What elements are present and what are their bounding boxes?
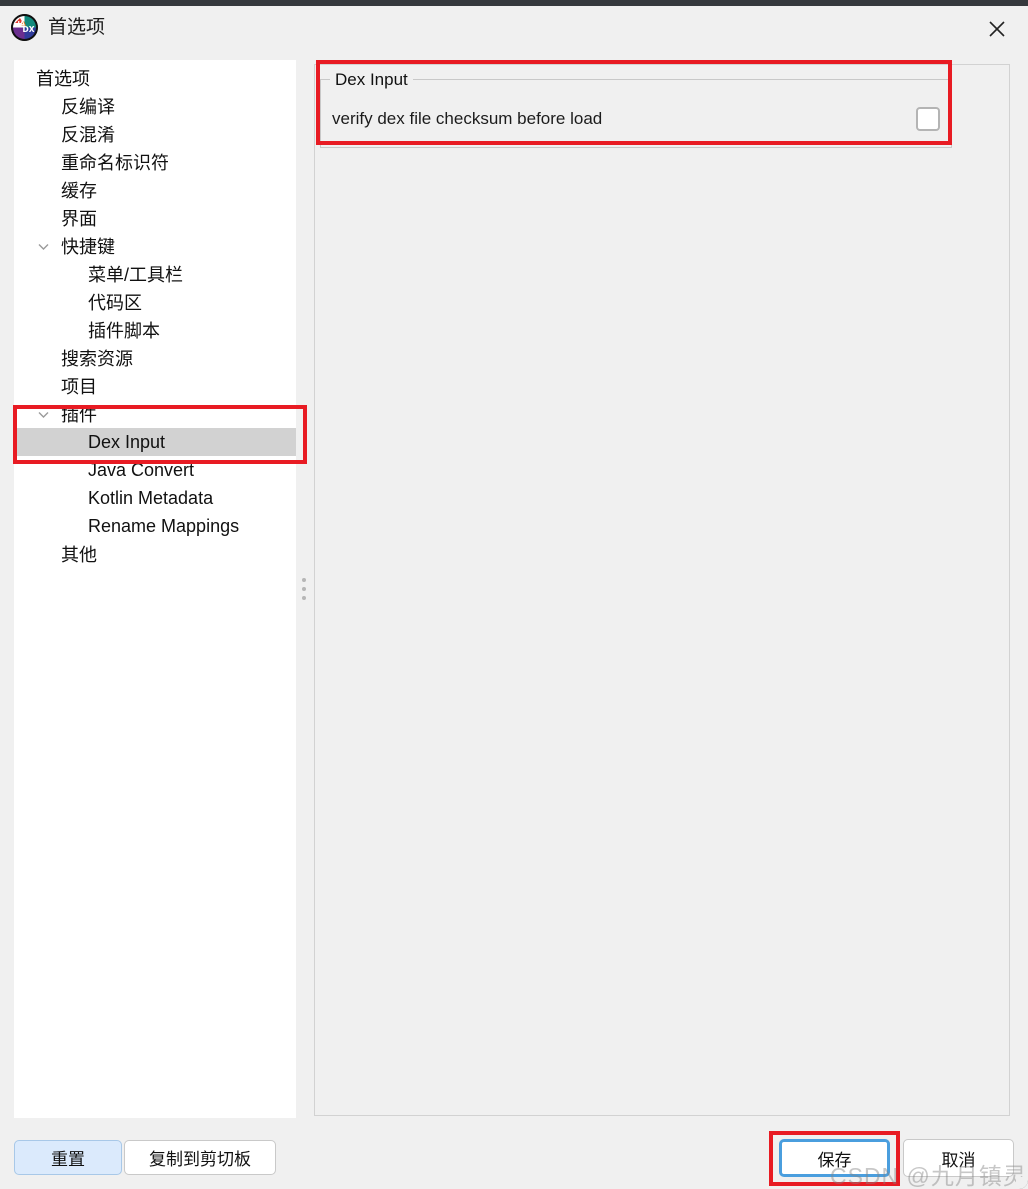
sidebar-item-label: 其他: [61, 545, 97, 565]
sidebar-item-[interactable]: 插件脚本: [14, 316, 296, 344]
sidebar-item-label: 插件: [61, 405, 97, 425]
sidebar-item-label: Kotlin Metadata: [88, 487, 214, 508]
sidebar-item-[interactable]: 反混淆: [14, 120, 296, 148]
sidebar-item-[interactable]: 代码区: [14, 288, 296, 316]
sidebar-item-label: 快捷键: [61, 237, 115, 257]
jadx-logo-icon: JA DX: [11, 14, 38, 41]
sidebar-item-[interactable]: 快捷键: [14, 232, 296, 260]
sidebar-item-[interactable]: 菜单/工具栏: [14, 260, 296, 288]
copy-to-clipboard-button[interactable]: 复制到剪切板: [124, 1140, 276, 1175]
title-bar: JA DX 首选项: [0, 6, 1028, 52]
verify-checksum-checkbox[interactable]: [916, 107, 940, 131]
splitter-grip-icon[interactable]: [302, 578, 306, 600]
dex-input-groupbox: Dex Input verify dex file checksum befor…: [320, 70, 952, 148]
sidebar-item-[interactable]: 其他: [14, 540, 296, 568]
sidebar-item-[interactable]: 缓存: [14, 176, 296, 204]
close-icon[interactable]: [974, 10, 1020, 48]
cancel-button[interactable]: 取消: [903, 1139, 1014, 1177]
sidebar-item-[interactable]: 重命名标识符: [14, 148, 296, 176]
preferences-tree[interactable]: 首选项反编译反混淆重命名标识符 缓存界面快捷键菜单/工具栏 代码区插件脚本搜索资源项…: [14, 60, 296, 568]
sidebar-item-label: 缓存: [61, 181, 97, 201]
settings-content-panel: Dex Input verify dex file checksum befor…: [314, 64, 1010, 1116]
preferences-tree-panel: 首选项反编译反混淆重命名标识符 缓存界面快捷键菜单/工具栏 代码区插件脚本搜索资源项…: [14, 60, 296, 1118]
sidebar-item-[interactable]: 项目: [14, 372, 296, 400]
sidebar-item-[interactable]: 搜索资源: [14, 344, 296, 372]
sidebar-item-label: Rename Mappings: [88, 515, 240, 536]
save-button[interactable]: 保存: [779, 1139, 890, 1177]
sidebar-item-java-convert[interactable]: Java Convert: [14, 456, 296, 484]
sidebar-item-label: Java Convert: [88, 459, 195, 480]
sidebar-item-label: 重命名标识符: [61, 153, 169, 173]
sidebar-item-rename-mappings[interactable]: Rename Mappings: [14, 512, 296, 540]
window-corner-bottom-right: [1016, 1177, 1028, 1189]
panel-splitter[interactable]: [296, 60, 312, 1118]
sidebar-item-label: 搜索资源: [61, 349, 133, 369]
svg-text:DX: DX: [23, 25, 35, 34]
sidebar-item-label: 项目: [61, 377, 97, 397]
groupbox-title: Dex Input: [330, 70, 413, 89]
sidebar-item-label: Dex Input: [88, 431, 166, 452]
sidebar-item-[interactable]: 首选项: [14, 64, 296, 92]
sidebar-item-kotlin-metadata[interactable]: Kotlin Metadata: [14, 484, 296, 512]
chevron-down-icon[interactable]: [34, 400, 52, 428]
verify-checksum-row: verify dex file checksum before load: [332, 102, 940, 136]
reset-button[interactable]: 重置: [14, 1140, 122, 1175]
sidebar-item-label: 反编译: [61, 97, 115, 117]
sidebar-item-label: 代码区: [88, 293, 142, 313]
sidebar-item-label: 菜单/工具栏: [88, 265, 184, 285]
sidebar-item-[interactable]: 反编译: [14, 92, 296, 120]
verify-checksum-label: verify dex file checksum before load: [332, 109, 603, 128]
sidebar-item-label: 插件脚本: [88, 321, 160, 341]
sidebar-item-[interactable]: 插件: [14, 400, 296, 428]
sidebar-item-label: 界面: [61, 209, 97, 229]
window-title: 首选项: [48, 17, 106, 38]
sidebar-item-label: 首选项: [36, 69, 90, 89]
chevron-down-icon[interactable]: [34, 232, 52, 260]
sidebar-item-label: 反混淆: [61, 125, 115, 145]
sidebar-item-[interactable]: 界面: [14, 204, 296, 232]
preferences-dialog: JA DX 首选项 首选项反编译反混淆重命名标识符 缓存界面快捷键菜单/工具栏 代码…: [0, 0, 1028, 1189]
sidebar-item-dex-input[interactable]: Dex Input: [14, 428, 296, 456]
